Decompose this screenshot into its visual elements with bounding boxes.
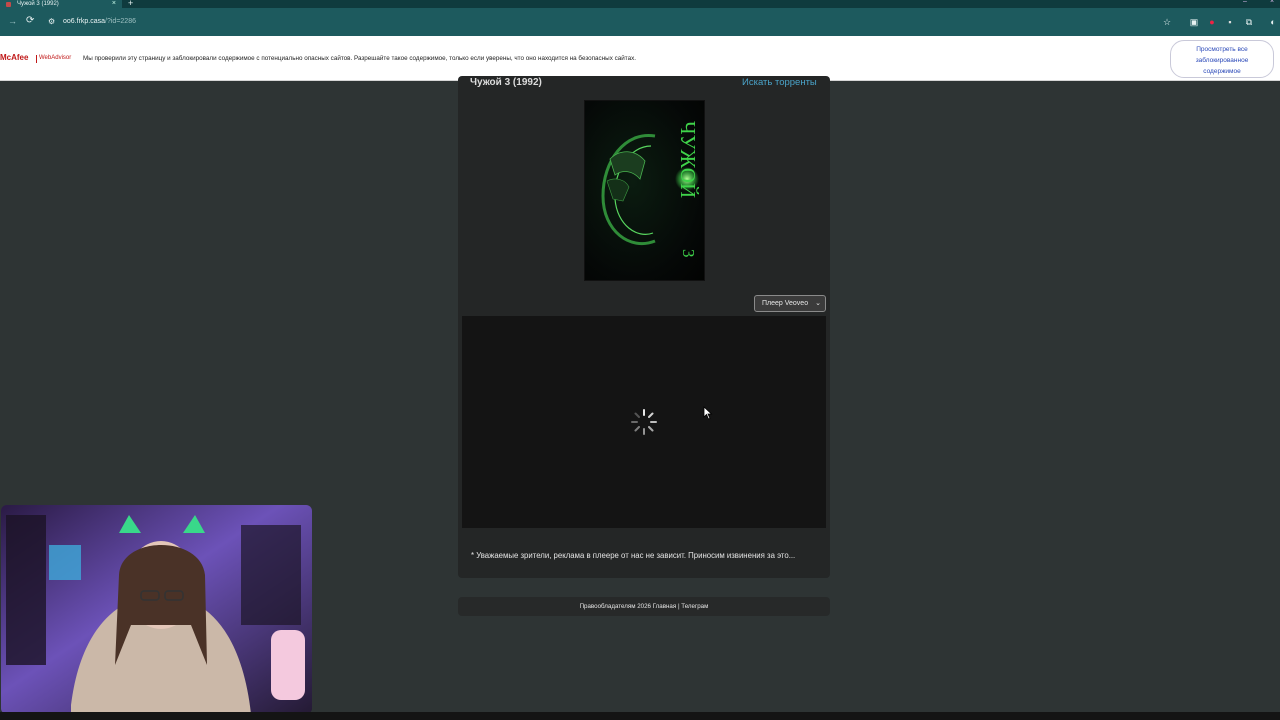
- movie-title: Чужой 3 (1992): [470, 77, 542, 88]
- minimize-icon[interactable]: –: [1243, 0, 1247, 5]
- translate-icon[interactable]: ▣: [1189, 17, 1199, 27]
- player-select[interactable]: Плеер Veoveo ⌄: [754, 295, 826, 312]
- webcam-image: [1, 505, 312, 714]
- tab-title: Чужой 3 (1992): [17, 1, 59, 7]
- button-line-1: Просмотреть все: [1196, 46, 1248, 53]
- bookmark-star-icon[interactable]: ☆: [1162, 17, 1172, 27]
- extension-icon[interactable]: ▪: [1225, 17, 1235, 27]
- window-close-icon[interactable]: ×: [1270, 0, 1274, 5]
- mouse-cursor-icon: [703, 406, 713, 420]
- movie-poster: ЧУЖОЙ 3: [584, 100, 705, 281]
- address-bar[interactable]: oo6.frkp.casa/?id=2286: [63, 18, 136, 25]
- mcafee-message: Мы проверили эту страницу и заблокировал…: [83, 55, 636, 62]
- page-footer: Правообладателям 2026 Главная | Телеграм: [458, 597, 830, 616]
- ad-notice: * Уважаемые зрители, реклама в плеере от…: [471, 551, 796, 560]
- site-info-icon[interactable]: ⚙: [48, 17, 57, 26]
- url-path: /?id=2286: [105, 18, 136, 25]
- button-line-2: заблокированное: [1195, 57, 1249, 64]
- mcafee-extension-icon[interactable]: ●: [1207, 17, 1217, 27]
- tab-close-icon[interactable]: ×: [112, 0, 116, 8]
- webcam-overlay: [1, 505, 312, 714]
- loading-spinner-icon: [631, 409, 657, 435]
- mcafee-divider: [36, 55, 37, 63]
- view-blocked-content-button[interactable]: Просмотреть все заблокированное содержим…: [1170, 40, 1274, 78]
- browser-toolbar: → ⟳ ⚙ oo6.frkp.casa/?id=2286 ☆ ▣ ● ▪ ⧉ ◐: [0, 8, 1280, 36]
- poster-title-text: ЧУЖОЙ: [676, 121, 700, 198]
- player-select-value: Плеер Veoveo: [762, 300, 809, 307]
- button-line-3: содержимое: [1203, 68, 1241, 75]
- tab-strip: Чужой 3 (1992) × + – ×: [0, 0, 1280, 8]
- search-torrents-link[interactable]: Искать торренты: [742, 77, 817, 88]
- poster-number-text: 3: [679, 249, 698, 258]
- poster-art: ЧУЖОЙ 3: [601, 121, 700, 258]
- url-host: oo6.frkp.casa: [63, 18, 106, 25]
- chevron-down-icon: ⌄: [815, 300, 821, 307]
- mcafee-warning-bar: McAfee WebAdvisor Мы проверили эту стран…: [0, 36, 1280, 81]
- taskbar-strip: [0, 712, 1280, 720]
- forward-icon[interactable]: →: [8, 16, 17, 26]
- new-tab-button[interactable]: +: [128, 0, 133, 8]
- browser-tab[interactable]: Чужой 3 (1992) ×: [0, 0, 122, 8]
- mcafee-logo: McAfee: [0, 53, 29, 62]
- reload-icon[interactable]: ⟳: [26, 15, 34, 26]
- profile-icon[interactable]: ◐: [1268, 17, 1278, 27]
- extensions-puzzle-icon[interactable]: ⧉: [1244, 17, 1254, 27]
- favicon-icon: [6, 1, 11, 7]
- webadvisor-label: WebAdvisor: [39, 55, 72, 61]
